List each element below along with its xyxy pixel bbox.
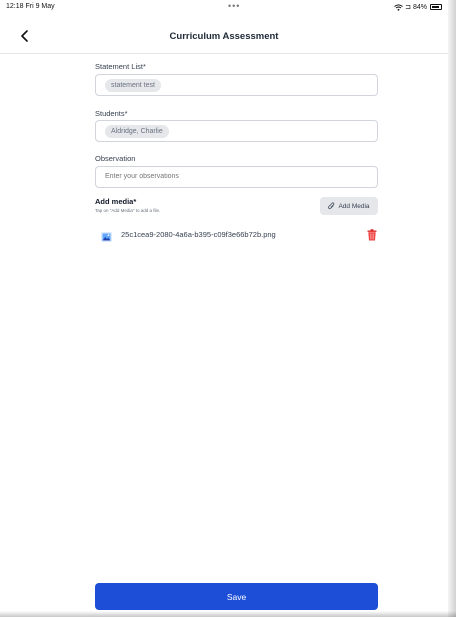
lock-rotation-icon: ⊐: [405, 4, 411, 11]
page-title: Curriculum Assessment: [169, 31, 279, 42]
add-media-hint: Tap on "Add Media" to add a file.: [95, 208, 161, 213]
add-media-title: Add media*: [95, 197, 137, 206]
status-time: 12:18 Fri 9 May: [6, 3, 55, 10]
status-bar: 12:18 Fri 9 May ••• ⊐ 84%: [0, 0, 448, 14]
battery-fill: [432, 6, 439, 8]
student-chip[interactable]: Aldridge, Charlie: [105, 125, 169, 138]
media-file-row[interactable]: 25c1cea9-2080-4a6a-b395-c09f3e66b72b.png: [95, 225, 385, 245]
students-label: Students*: [95, 109, 128, 118]
battery-percent: 84%: [412, 3, 427, 11]
students-field[interactable]: Aldridge, Charlie: [95, 120, 378, 142]
media-file-name: 25c1cea9-2080-4a6a-b395-c09f3e66b72b.png: [121, 230, 276, 239]
add-media-label: Add Media: [338, 202, 370, 210]
battery-icon: [430, 4, 442, 10]
observation-label: Observation: [95, 154, 136, 163]
status-clock: 12:18: [6, 3, 24, 10]
statement-list-label: Statement List*: [95, 62, 146, 71]
wifi-icon: [394, 3, 403, 11]
observation-input[interactable]: [105, 173, 365, 180]
status-indicators: ⊐ 84%: [394, 3, 442, 11]
device-bezel: [0, 611, 456, 617]
trash-icon[interactable]: [367, 228, 377, 241]
statement-list-field[interactable]: statement test: [95, 74, 378, 96]
image-icon: [101, 229, 112, 242]
status-date: Fri 9 May: [25, 3, 55, 10]
paperclip-icon: [328, 202, 335, 210]
app-screen: 12:18 Fri 9 May ••• ⊐ 84% Curriculum Ass…: [0, 0, 456, 617]
observation-field[interactable]: [95, 166, 378, 188]
add-media-button[interactable]: Add Media: [320, 197, 378, 215]
navigation-bar: Curriculum Assessment: [0, 20, 448, 54]
multitasking-dots[interactable]: •••: [228, 1, 240, 11]
statement-chip[interactable]: statement test: [105, 79, 161, 92]
save-button[interactable]: Save: [95, 583, 378, 610]
